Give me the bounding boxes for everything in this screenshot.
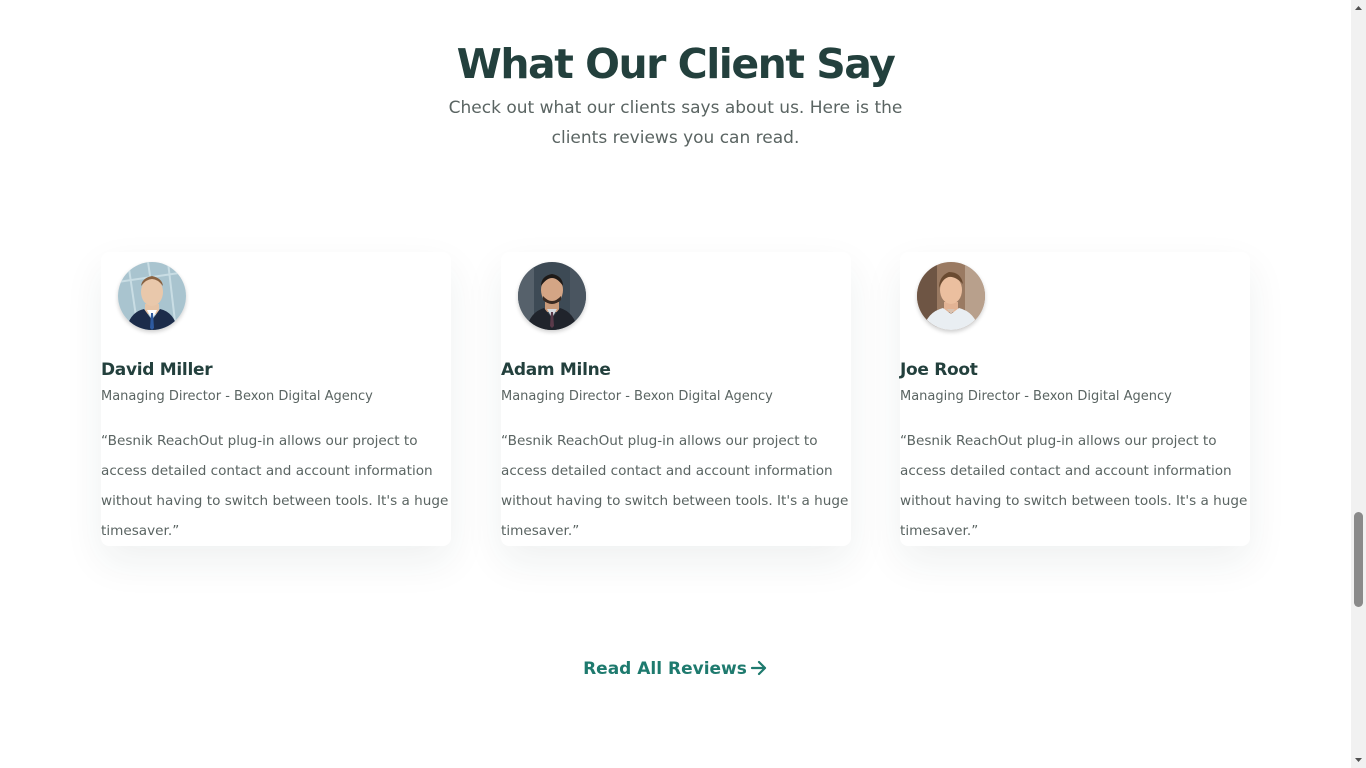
avatar-man-dark-suit-icon — [518, 262, 586, 330]
testimonial-card: Adam Milne Managing Director - Bexon Dig… — [501, 252, 851, 546]
avatar — [118, 262, 186, 330]
avatar-man-blue-suit-icon — [118, 262, 186, 330]
section-title: What Our Client Say — [456, 40, 896, 88]
section-subtitle: Check out what our clients says about us… — [448, 98, 903, 148]
vertical-scrollbar[interactable] — [1351, 0, 1366, 768]
testimonial-name: Adam Milne — [501, 360, 611, 380]
scroll-up-arrow-icon[interactable] — [1351, 0, 1366, 17]
read-all-reviews-label: Read All Reviews — [583, 659, 747, 679]
avatar — [518, 262, 586, 330]
testimonial-quote: “Besnik ReachOut plug-in allows our proj… — [900, 433, 1248, 539]
avatar-man-casual-icon — [917, 262, 985, 330]
avatar — [917, 262, 985, 330]
testimonial-quote: “Besnik ReachOut plug-in allows our proj… — [101, 433, 449, 539]
testimonial-role: Managing Director - Bexon Digital Agency — [101, 389, 373, 404]
page: What Our Client Say Check out what our c… — [0, 0, 1351, 768]
scrollbar-thumb[interactable] — [1354, 512, 1363, 607]
arrow-right-icon — [750, 659, 768, 682]
testimonial-quote: “Besnik ReachOut plug-in allows our proj… — [501, 433, 849, 539]
testimonial-role: Managing Director - Bexon Digital Agency — [501, 389, 773, 404]
testimonial-name: David Miller — [101, 360, 213, 380]
read-all-reviews-link[interactable]: Read All Reviews — [0, 659, 1351, 682]
scroll-down-arrow-icon[interactable] — [1351, 751, 1366, 768]
testimonial-name: Joe Root — [900, 360, 978, 380]
testimonial-role: Managing Director - Bexon Digital Agency — [900, 389, 1172, 404]
testimonial-card: Joe Root Managing Director - Bexon Digit… — [900, 252, 1250, 546]
testimonial-card: David Miller Managing Director - Bexon D… — [101, 252, 451, 546]
